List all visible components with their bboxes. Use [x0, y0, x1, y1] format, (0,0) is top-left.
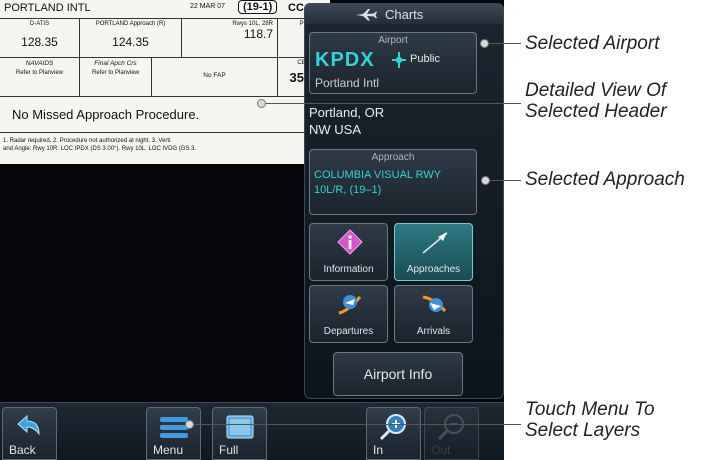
menu-button[interactable]: Menu	[146, 407, 201, 460]
callout-selected-approach: Selected Approach	[525, 169, 685, 190]
chart-notes: 1. Radar required. 2. Procedure not auth…	[3, 137, 196, 153]
tab-approaches-label: Approaches	[406, 264, 461, 275]
airport-name: Portland Intl	[315, 76, 380, 90]
navaids-cell: NAVAIDS Refer to Planview	[0, 58, 80, 96]
airplane-icon	[356, 9, 377, 21]
zoom-in-icon	[379, 414, 406, 441]
final-course-text: Refer to Planview	[91, 70, 140, 76]
panel-title: Charts	[385, 7, 424, 22]
approach-caption: Approach	[371, 152, 415, 163]
device-screen: PORTLAND INTL 22 MAR 07 (19-1) CC D-ATIS…	[0, 0, 504, 460]
airport-location: Portland, OR NW USA	[309, 104, 384, 138]
freq-label: D-ATIS	[29, 21, 50, 27]
approach-icon	[422, 232, 448, 254]
navaids-label: NAVAIDS	[25, 60, 54, 67]
callout-line: Selected Header	[525, 101, 667, 122]
callout-line: Detailed View Of	[525, 80, 667, 101]
callout-dot-header	[257, 99, 266, 108]
callout-dot-airport	[480, 39, 489, 48]
chart-title-row: PORTLAND INTL 22 MAR 07 (19-1) CC	[0, 0, 330, 19]
leader-line-menu	[190, 424, 521, 425]
missed-approach-text: No Missed Approach Procedure.	[12, 107, 200, 122]
callout-dot-menu	[185, 420, 194, 429]
public-airport-icon	[392, 52, 406, 68]
information-icon	[337, 229, 363, 255]
approach-chart-header[interactable]: PORTLAND INTL 22 MAR 07 (19-1) CC D-ATIS…	[0, 0, 330, 164]
freq-value: 118.7	[243, 27, 273, 41]
location-region: NW USA	[309, 122, 361, 137]
freq-label: PORTLAND Approach (R)	[95, 21, 166, 27]
bottom-button-bar: Back Menu Full In Out	[0, 402, 504, 460]
final-course-label: Final Apch Crs	[94, 60, 137, 67]
notes-row: 1. Radar required. 2. Procedure not auth…	[0, 133, 330, 164]
callout-selected-airport: Selected Airport	[525, 33, 660, 54]
freq-value: 124.35	[112, 35, 149, 49]
chart-airport-name: PORTLAND INTL	[4, 2, 91, 14]
full-screen-button[interactable]: Full	[212, 407, 267, 460]
callout-line: Select Layers	[525, 420, 641, 441]
tab-arrivals-label: Arrivals	[416, 326, 451, 337]
freq-cell-atis: D-ATIS 128.35	[0, 19, 80, 57]
approach-name-line1: COLUMBIA VISUAL RWY	[314, 169, 442, 181]
freq-value: 128.35	[21, 35, 58, 49]
tab-arrivals[interactable]: Arrivals	[394, 285, 473, 343]
note-line: 1. Radar required. 2. Procedure not auth…	[3, 138, 171, 144]
approach-name-line2: 10L/R, (19–1)	[314, 184, 382, 196]
leader-line-approach	[486, 180, 521, 181]
zoom-in-button[interactable]: In	[366, 407, 421, 460]
zoom-in-label: In	[373, 443, 384, 457]
airport-info-button[interactable]: Airport Info	[333, 352, 463, 396]
airport-select-button[interactable]: Airport KPDX Public Portland Intl	[309, 32, 477, 94]
back-button[interactable]: Back	[2, 407, 57, 460]
approach-name: COLUMBIA VISUAL RWY 10L/R, (19–1)	[314, 168, 441, 198]
arrival-icon	[422, 295, 447, 312]
menu-icon	[160, 417, 188, 438]
zoom-out-button[interactable]: Out	[424, 407, 479, 460]
chart-procedure-id: (19-1)	[238, 0, 278, 14]
chart-code: CC	[288, 2, 304, 14]
callout-dot-approach	[481, 176, 490, 185]
leader-line-airport	[485, 43, 521, 44]
navaid-row: NAVAIDS Refer to Planview Final Apch Crs…	[0, 58, 330, 97]
note-line: and Angle: Rwy 10R: LOC IPDX (DS 3.00°).…	[3, 146, 197, 152]
panel-title-bar: Charts	[305, 4, 503, 24]
freq-cell-tower: Rwys 10L, 28R 118.7	[182, 19, 278, 57]
tab-information-label: Information	[323, 264, 374, 275]
charts-panel: Charts Airport KPDX Public Portland Intl…	[304, 3, 504, 399]
airport-type: Public	[410, 53, 440, 65]
back-arrow-icon	[17, 414, 40, 436]
frequency-row: D-ATIS 128.35 PORTLAND Approach (R) 124.…	[0, 19, 330, 58]
zoom-out-label: Out	[431, 443, 451, 457]
callout-detailed-view: Detailed View Of Selected Header	[525, 80, 667, 122]
tab-departures[interactable]: Departures	[309, 285, 388, 343]
navaids-text: Refer to Planview	[15, 70, 64, 76]
fap-text: No FAP	[203, 72, 226, 79]
callout-touch-menu: Touch Menu To Select Layers	[525, 399, 655, 441]
full-screen-icon	[226, 415, 254, 439]
full-label: Full	[219, 443, 239, 457]
leader-line-header	[262, 103, 521, 104]
menu-label: Menu	[153, 443, 184, 457]
final-course-cell: Final Apch Crs Refer to Planview	[80, 58, 152, 96]
freq-cell-approach: PORTLAND Approach (R) 124.35	[80, 19, 182, 57]
tab-approaches[interactable]: Approaches	[394, 223, 473, 281]
tab-information[interactable]: Information	[309, 223, 388, 281]
departure-icon	[338, 295, 362, 315]
fap-cell: No FAP	[152, 58, 278, 96]
callout-line: Touch Menu To	[525, 399, 655, 420]
back-label: Back	[9, 443, 36, 457]
zoom-out-icon	[437, 414, 464, 441]
tab-departures-label: Departures	[323, 326, 374, 337]
approach-select-button[interactable]: Approach COLUMBIA VISUAL RWY 10L/R, (19–…	[309, 149, 477, 215]
chart-date: 22 MAR 07	[190, 3, 226, 10]
airport-caption: Airport	[378, 35, 408, 46]
airport-info-label: Airport Info	[363, 366, 433, 382]
airport-identifier: KPDX	[315, 49, 375, 71]
location-city: Portland, OR	[309, 105, 385, 120]
